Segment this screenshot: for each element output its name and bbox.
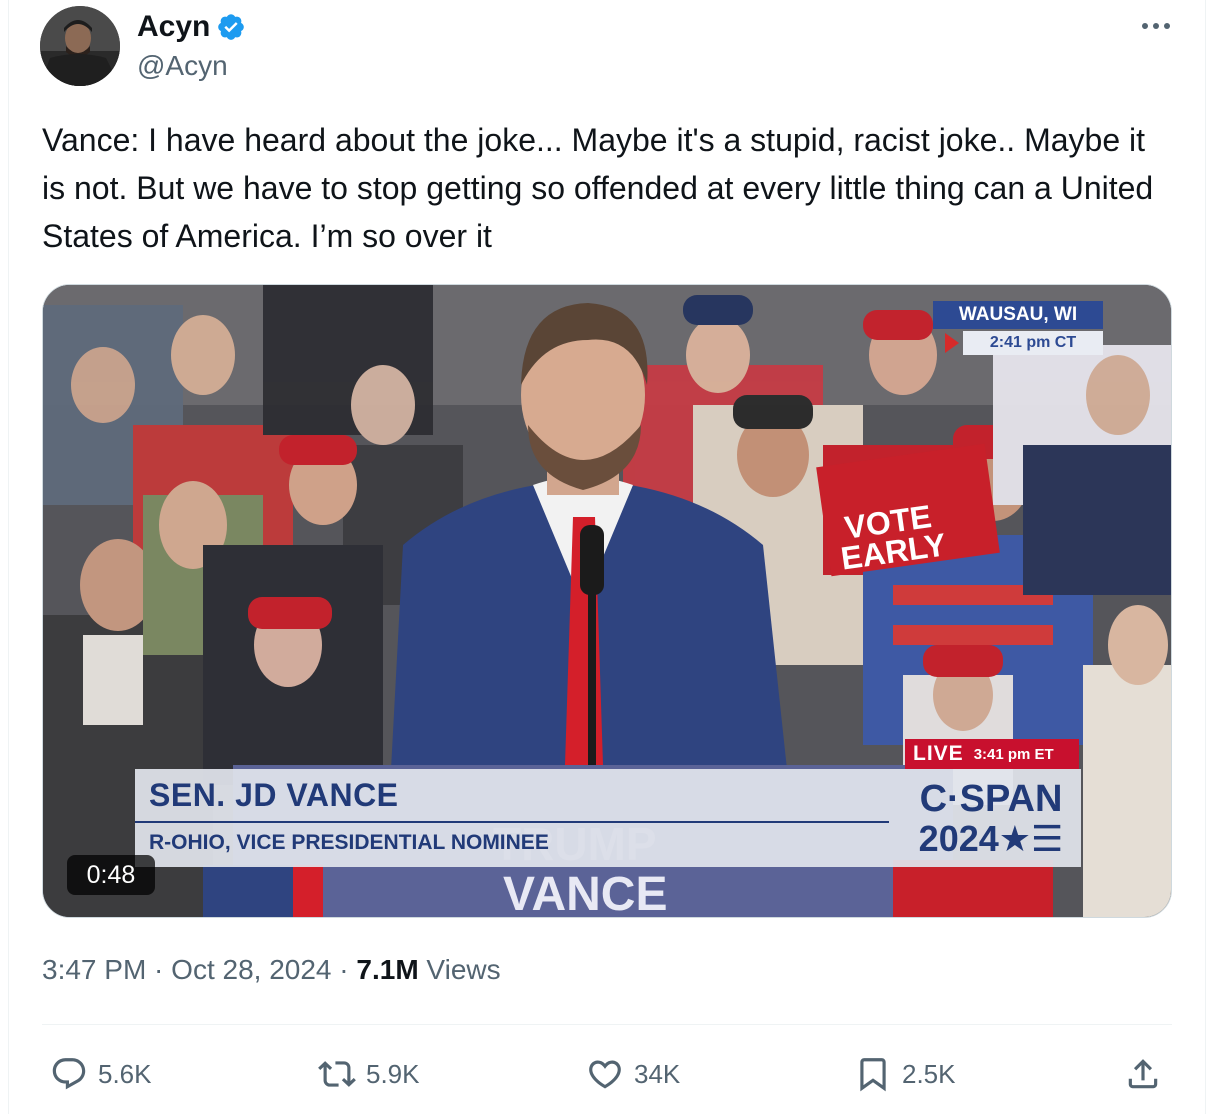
like-count: 34K — [634, 1058, 681, 1089]
author-handle[interactable]: @Acyn — [137, 50, 228, 82]
avatar[interactable] — [40, 6, 120, 86]
more-dot — [1164, 23, 1170, 29]
tweet-date[interactable]: Oct 28, 2024 — [171, 954, 331, 986]
more-dot — [1142, 23, 1148, 29]
network-year: 2024★☰ — [918, 818, 1064, 859]
more-options-icon[interactable] — [1134, 12, 1178, 40]
tweet-meta: 3:47 PM · Oct 28, 2024 · 7.1M Views — [42, 954, 501, 986]
verified-badge-icon — [218, 14, 245, 40]
author-name-row[interactable]: Acyn — [137, 10, 246, 44]
video-player[interactable]: VOTE EARLY VANCE TRUMP WAUSAU, WI 2:41 p… — [42, 284, 1172, 918]
meta-separator: · — [331, 954, 357, 985]
meta-separator: · — [146, 954, 172, 985]
reply-button[interactable]: 5.6K — [50, 1052, 152, 1096]
reply-icon — [52, 1058, 86, 1090]
repost-button[interactable]: 5.9K — [318, 1052, 420, 1096]
avatar-image — [40, 6, 120, 86]
chyron-title: R-OHIO, VICE PRESIDENTIAL NOMINEE — [149, 831, 549, 854]
location-bug: WAUSAU, WI 2:41 pm CT — [933, 301, 1103, 357]
chyron-name: SEN. JD VANCE — [149, 777, 399, 813]
video-duration-badge: 0:48 — [67, 855, 155, 895]
views-label: Views — [418, 954, 501, 985]
location-city: WAUSAU, WI — [933, 301, 1103, 329]
bookmark-count: 2.5K — [902, 1058, 956, 1089]
tweet-text: Vance: I have heard about the joke... Ma… — [42, 122, 1154, 254]
reply-count: 5.6K — [98, 1058, 152, 1089]
live-bug: LIVE 3:41 pm ET — [905, 739, 1079, 769]
bookmark-button[interactable]: 2.5K — [854, 1052, 956, 1096]
podium-text: VANCE — [503, 868, 667, 918]
chyron: SEN. JD VANCE R-OHIO, VICE PRESIDENTIAL … — [135, 769, 1081, 867]
live-label: LIVE — [913, 742, 964, 765]
repost-count: 5.9K — [366, 1058, 420, 1089]
network-name: C·SPAN — [919, 778, 1063, 820]
views-count: 7.1M — [356, 954, 419, 985]
live-time: 3:41 pm ET — [973, 745, 1054, 763]
heart-icon — [589, 1060, 621, 1089]
repost-icon — [318, 1061, 356, 1087]
more-dot — [1153, 23, 1159, 29]
network-logo: C·SPAN 2024★☰ — [911, 779, 1071, 859]
author-display-name[interactable]: Acyn — [137, 10, 210, 44]
tweet-time[interactable]: 3:47 PM — [42, 954, 146, 986]
chyron-divider — [135, 821, 889, 823]
like-button[interactable]: 34K — [586, 1052, 680, 1096]
location-arrow-icon — [945, 333, 959, 353]
bookmark-icon — [860, 1058, 886, 1092]
location-time: 2:41 pm CT — [963, 331, 1103, 355]
divider — [42, 1024, 1172, 1025]
share-icon — [1128, 1059, 1158, 1089]
share-button[interactable] — [1124, 1052, 1162, 1096]
